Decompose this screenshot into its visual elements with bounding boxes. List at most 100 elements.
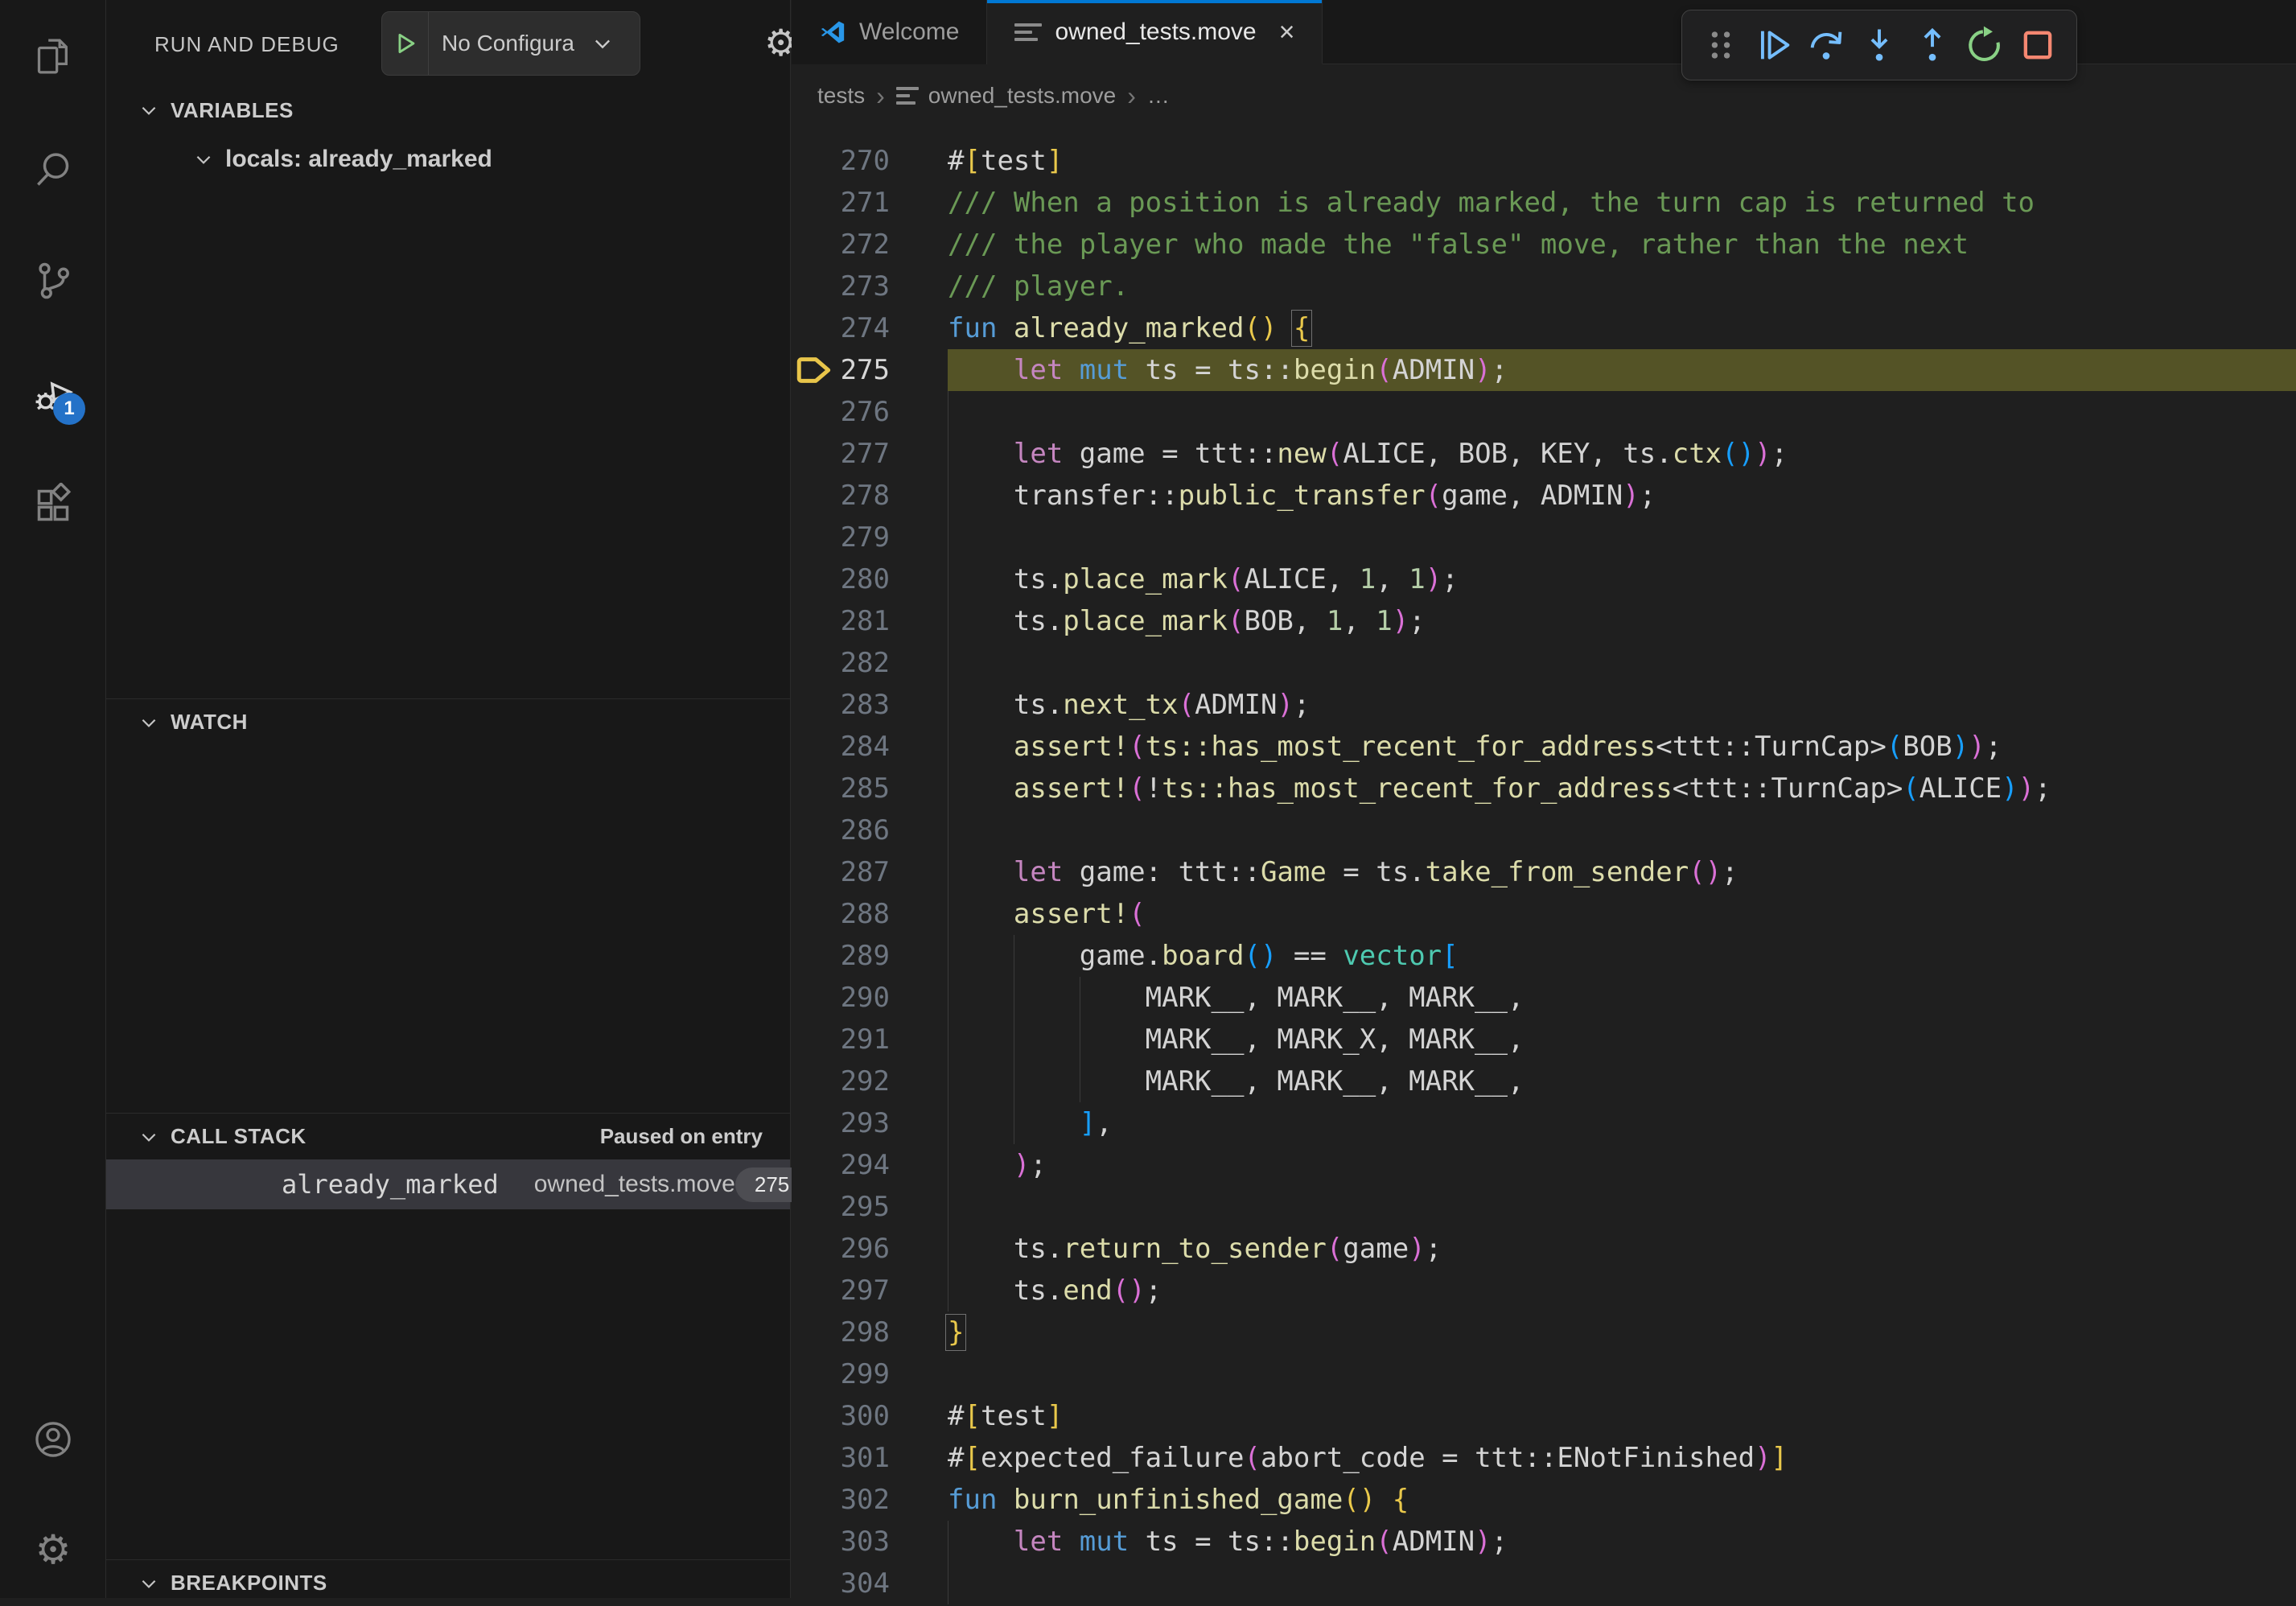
line-number-gutter[interactable]: 303 [792,1521,948,1563]
restart-button[interactable] [1964,24,2006,66]
code-text[interactable]: #[test] [948,140,2296,182]
code-text[interactable] [948,1563,2296,1604]
code-line[interactable]: 296 ts.return_to_sender(game); [792,1228,2296,1270]
line-number-gutter[interactable]: 282 [792,642,948,684]
code-line[interactable]: 274fun already_marked() { [792,307,2296,349]
code-text[interactable]: ); [948,1144,2296,1186]
code-text[interactable]: ], [948,1102,2296,1144]
code-line[interactable]: 302fun burn_unfinished_game() { [792,1479,2296,1521]
code-text[interactable]: MARK__, MARK_X, MARK__, [948,1019,2296,1060]
code-text[interactable] [948,1186,2296,1228]
variables-section-header[interactable]: VARIABLES [106,87,790,134]
code-line[interactable]: 292 MARK__, MARK__, MARK__, [792,1060,2296,1102]
line-number-gutter[interactable]: 276 [792,391,948,433]
code-line[interactable]: 272/// the player who made the "false" m… [792,224,2296,266]
code-text[interactable]: let mut ts = ts::begin(ADMIN); [948,349,2296,391]
line-number-gutter[interactable]: 279 [792,517,948,558]
variables-scope-row[interactable]: locals: already_marked [106,137,790,182]
code-line[interactable]: 270#[test] [792,140,2296,182]
code-line[interactable]: 289 game.board() == vector[ [792,935,2296,977]
line-number-gutter[interactable]: 281 [792,600,948,642]
code-text[interactable]: game.board() == vector[ [948,935,2296,977]
code-text[interactable]: /// player. [948,266,2296,307]
continue-button[interactable] [1753,24,1795,66]
line-number-gutter[interactable]: 270 [792,140,948,182]
line-number-gutter[interactable]: 294 [792,1144,948,1186]
code-line[interactable]: 282 [792,642,2296,684]
line-number-gutter[interactable]: 291 [792,1019,948,1060]
watch-section-header[interactable]: WATCH [106,698,790,745]
line-number-gutter[interactable]: 300 [792,1395,948,1437]
call-stack-section-header[interactable]: CALL STACK Paused on entry [106,1113,790,1159]
code-text[interactable]: assert!(ts::has_most_recent_for_address<… [948,726,2296,768]
code-line[interactable]: 286 [792,809,2296,851]
line-number-gutter[interactable]: 297 [792,1270,948,1312]
line-number-gutter[interactable]: 290 [792,977,948,1019]
code-text[interactable]: let game: ttt::Game = ts.take_from_sende… [948,851,2296,893]
extensions-icon[interactable] [31,483,76,528]
stop-button[interactable] [2017,24,2059,66]
code-line[interactable]: 300#[test] [792,1395,2296,1437]
line-number-gutter[interactable]: 275 [792,349,948,391]
accounts-icon[interactable] [31,1417,76,1462]
code-text[interactable]: #[test] [948,1395,2296,1437]
code-line[interactable]: 271/// When a position is already marked… [792,182,2296,224]
line-number-gutter[interactable]: 302 [792,1479,948,1521]
code-text[interactable] [948,517,2296,558]
debug-config-dropdown[interactable]: No Configura [381,11,640,76]
breakpoints-section-header[interactable]: BREAKPOINTS [106,1559,790,1606]
close-icon[interactable]: × [1279,19,1295,46]
line-number-gutter[interactable]: 298 [792,1312,948,1353]
line-number-gutter[interactable]: 277 [792,433,948,475]
code-text[interactable] [948,391,2296,433]
code-line[interactable]: 275 let mut ts = ts::begin(ADMIN); [792,349,2296,391]
code-line[interactable]: 277 let game = ttt::new(ALICE, BOB, KEY,… [792,433,2296,475]
code-line[interactable]: 280 ts.place_mark(ALICE, 1, 1); [792,558,2296,600]
line-number-gutter[interactable]: 271 [792,182,948,224]
line-number-gutter[interactable]: 283 [792,684,948,726]
code-text[interactable]: let game = ttt::new(ALICE, BOB, KEY, ts.… [948,433,2296,475]
code-text[interactable]: #[expected_failure(abort_code = ttt::ENo… [948,1437,2296,1479]
step-into-button[interactable] [1858,24,1900,66]
explorer-icon[interactable] [31,34,76,79]
line-number-gutter[interactable]: 292 [792,1060,948,1102]
tab-welcome[interactable]: Welcome [792,0,987,64]
code-line[interactable]: 298} [792,1312,2296,1353]
run-and-debug-icon[interactable]: 1 [31,372,76,417]
code-text[interactable]: transfer::public_transfer(game, ADMIN); [948,475,2296,517]
code-line[interactable]: 278 transfer::public_transfer(game, ADMI… [792,475,2296,517]
breadcrumb-item-tests[interactable]: tests [817,83,865,109]
code-text[interactable]: let mut ts = ts::begin(ADMIN); [948,1521,2296,1563]
line-number-gutter[interactable]: 301 [792,1437,948,1479]
line-number-gutter[interactable]: 289 [792,935,948,977]
step-over-button[interactable] [1805,24,1847,66]
code-line[interactable]: 290 MARK__, MARK__, MARK__, [792,977,2296,1019]
call-stack-frame-row[interactable]: already_marked owned_tests.move 275 [106,1159,790,1209]
line-number-gutter[interactable]: 273 [792,266,948,307]
code-text[interactable]: MARK__, MARK__, MARK__, [948,977,2296,1019]
line-number-gutter[interactable]: 287 [792,851,948,893]
code-line[interactable]: 276 [792,391,2296,433]
code-line[interactable]: 285 assert!(!ts::has_most_recent_for_add… [792,768,2296,809]
debug-start-icon[interactable] [382,12,429,75]
code-text[interactable] [948,642,2296,684]
step-out-button[interactable] [1911,24,1953,66]
line-number-gutter[interactable]: 299 [792,1353,948,1395]
code-line[interactable]: 294 ); [792,1144,2296,1186]
search-icon[interactable] [31,148,76,193]
line-number-gutter[interactable]: 293 [792,1102,948,1144]
code-line[interactable]: 288 assert!( [792,893,2296,935]
code-line[interactable]: 273/// player. [792,266,2296,307]
code-text[interactable]: ts.end(); [948,1270,2296,1312]
line-number-gutter[interactable]: 304 [792,1563,948,1604]
code-text[interactable]: } [948,1312,2296,1353]
line-number-gutter[interactable]: 274 [792,307,948,349]
code-text[interactable]: /// When a position is already marked, t… [948,182,2296,224]
code-text[interactable]: assert!( [948,893,2296,935]
code-text[interactable]: fun burn_unfinished_game() { [948,1479,2296,1521]
line-number-gutter[interactable]: 286 [792,809,948,851]
line-number-gutter[interactable]: 284 [792,726,948,768]
code-text[interactable]: /// the player who made the "false" move… [948,224,2296,266]
code-text[interactable]: ts.return_to_sender(game); [948,1228,2296,1270]
code-text[interactable]: MARK__, MARK__, MARK__, [948,1060,2296,1102]
